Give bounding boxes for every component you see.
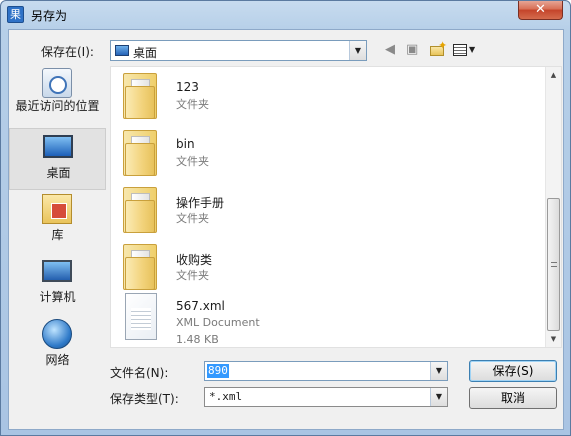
save-button[interactable]: 保存(S) [469, 360, 557, 382]
filename-field[interactable]: 890 ▼ [204, 361, 448, 381]
scroll-up-icon[interactable]: ▲ [546, 67, 561, 83]
computer-icon [42, 260, 72, 282]
place-label: 计算机 [39, 290, 76, 304]
scroll-down-icon[interactable]: ▼ [546, 331, 561, 347]
place-recent[interactable]: 最近访问的位置 [9, 66, 106, 128]
chevron-down-icon[interactable]: ▼ [349, 41, 366, 60]
item-name: 123 [176, 80, 199, 94]
title-bar[interactable]: 果 另存为 ✕ [1, 1, 570, 29]
save-as-dialog: 果 另存为 ✕ 保存在(I): 桌面 ▼ ◀ ▣ ✦ ▼ 最近访问的位置 桌面 … [0, 0, 571, 436]
folder-icon [123, 187, 157, 233]
item-type: XML Document [176, 316, 260, 329]
list-item[interactable]: 操作手册 文件夹 [119, 185, 519, 237]
place-libraries[interactable]: 库 [9, 192, 106, 254]
save-in-value: 桌面 [133, 46, 158, 60]
folder-icon [123, 244, 157, 290]
item-name: 收购类 [176, 253, 213, 267]
place-label: 最近访问的位置 [15, 99, 100, 113]
list-item[interactable]: 收购类 文件夹 [119, 242, 519, 294]
views-menu-icon [453, 44, 467, 56]
scroll-thumb[interactable] [547, 198, 560, 331]
chevron-down-icon[interactable]: ▼ [430, 362, 447, 380]
place-label: 库 [51, 228, 64, 242]
list-item[interactable]: 567.xml XML Document 1.48 KB [119, 293, 519, 346]
dialog-body: 保存在(I): 桌面 ▼ ◀ ▣ ✦ ▼ 最近访问的位置 桌面 库 计算机 网络… [8, 29, 564, 430]
sparkle-icon: ✦ [438, 39, 448, 52]
cancel-button[interactable]: 取消 [469, 387, 557, 409]
save-in-dropdown[interactable]: 桌面 ▼ [110, 40, 367, 61]
item-type: 文件夹 [176, 269, 209, 282]
item-size: 1.48 KB [176, 333, 219, 346]
item-name: 操作手册 [176, 196, 225, 210]
filename-value[interactable]: 890 [207, 364, 229, 378]
vertical-scrollbar[interactable]: ▲ ▼ [545, 67, 561, 347]
filename-label: 文件名(N): [110, 366, 169, 380]
item-name: bin [176, 137, 195, 151]
file-list[interactable]: 123 文件夹 bin 文件夹 操作手册 文件夹 收购类 文件夹 567.xml [110, 66, 562, 348]
libraries-icon [42, 194, 72, 224]
place-label: 桌面 [46, 166, 71, 180]
chevron-down-icon[interactable]: ▼ [430, 388, 447, 406]
desktop-icon [115, 45, 129, 56]
app-icon: 果 [7, 6, 24, 23]
up-one-level-button[interactable]: ▣ [406, 42, 422, 58]
item-type: 文件夹 [176, 98, 209, 111]
desktop-icon [43, 135, 73, 158]
folder-icon [123, 73, 157, 119]
place-network[interactable]: 网络 [9, 317, 106, 379]
recent-places-icon [42, 68, 72, 98]
close-button[interactable]: ✕ [518, 1, 563, 20]
filetype-dropdown[interactable]: *.xml ▼ [204, 387, 448, 407]
place-desktop[interactable]: 桌面 [9, 128, 106, 190]
item-name: 567.xml [176, 299, 225, 313]
folder-up-icon: ▣ [406, 42, 419, 57]
close-icon: ✕ [535, 2, 546, 17]
chevron-down-icon: ▼ [469, 45, 476, 54]
xml-document-icon [125, 293, 157, 340]
window-title: 另存为 [31, 9, 68, 23]
arrow-left-icon: ◀ [385, 42, 395, 57]
item-type: 文件夹 [176, 212, 209, 225]
folder-icon [123, 130, 157, 176]
views-menu-button[interactable]: ▼ [453, 42, 479, 58]
list-item[interactable]: bin 文件夹 [119, 128, 519, 180]
place-computer[interactable]: 计算机 [9, 254, 106, 316]
save-in-label: 保存在(I): [41, 45, 94, 59]
new-folder-button[interactable]: ✦ [430, 39, 448, 58]
item-type: 文件夹 [176, 155, 209, 168]
places-bar: 最近访问的位置 桌面 库 计算机 网络 [9, 66, 106, 428]
place-label: 网络 [45, 353, 70, 367]
filetype-label: 保存类型(T): [110, 392, 179, 406]
list-item[interactable]: 123 文件夹 [119, 71, 519, 123]
back-button[interactable]: ◀ [385, 42, 399, 58]
network-icon [42, 319, 72, 349]
filetype-value: *.xml [209, 390, 243, 403]
